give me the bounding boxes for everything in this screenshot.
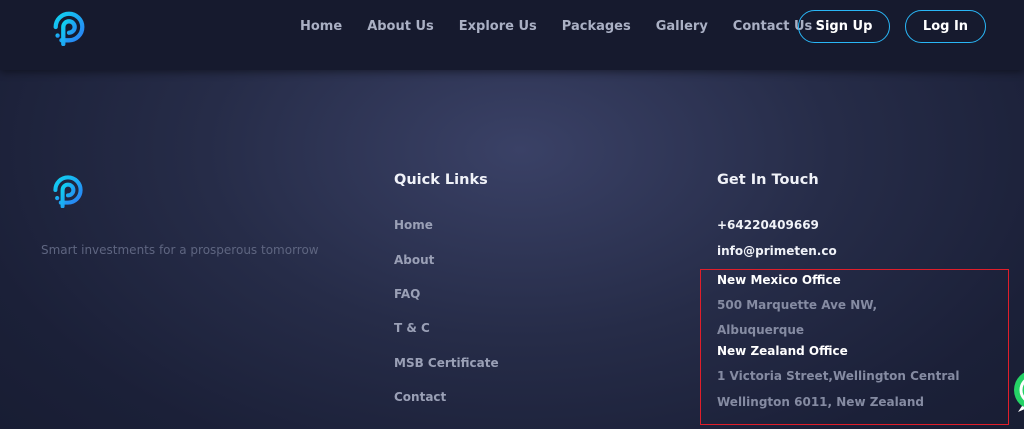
contact-phone[interactable]: +64220409669 xyxy=(717,218,819,232)
nav-link-packages[interactable]: Packages xyxy=(562,19,631,34)
get-in-touch-heading: Get In Touch xyxy=(717,172,819,188)
quick-link-msb-certificate[interactable]: MSB Certificate xyxy=(394,356,499,370)
nav-links: Home About Us Explore Us Packages Galler… xyxy=(300,19,837,34)
sign-up-button[interactable]: Sign Up xyxy=(798,10,890,43)
navbar: Home About Us Explore Us Packages Galler… xyxy=(0,0,1024,70)
highlight-box xyxy=(700,269,1009,425)
brand-logo-icon[interactable] xyxy=(50,8,88,46)
quick-links-heading: Quick Links xyxy=(394,172,488,188)
quick-link-contact[interactable]: Contact xyxy=(394,390,446,404)
log-in-button[interactable]: Log In xyxy=(905,10,986,43)
quick-link-terms[interactable]: T & C xyxy=(394,321,430,335)
quick-link-about[interactable]: About xyxy=(394,253,434,267)
nav-link-about-us[interactable]: About Us xyxy=(367,19,434,34)
quick-link-faq[interactable]: FAQ xyxy=(394,287,420,301)
footer-logo-icon xyxy=(53,175,83,208)
quick-link-home[interactable]: Home xyxy=(394,218,433,232)
contact-email[interactable]: info@primeten.co xyxy=(717,244,837,258)
nav-link-gallery[interactable]: Gallery xyxy=(656,19,708,34)
nav-link-explore-us[interactable]: Explore Us xyxy=(459,19,537,34)
whatsapp-icon[interactable] xyxy=(1008,362,1024,422)
footer-tagline: Smart investments for a prosperous tomor… xyxy=(41,243,319,257)
nav-link-home[interactable]: Home xyxy=(300,19,342,34)
